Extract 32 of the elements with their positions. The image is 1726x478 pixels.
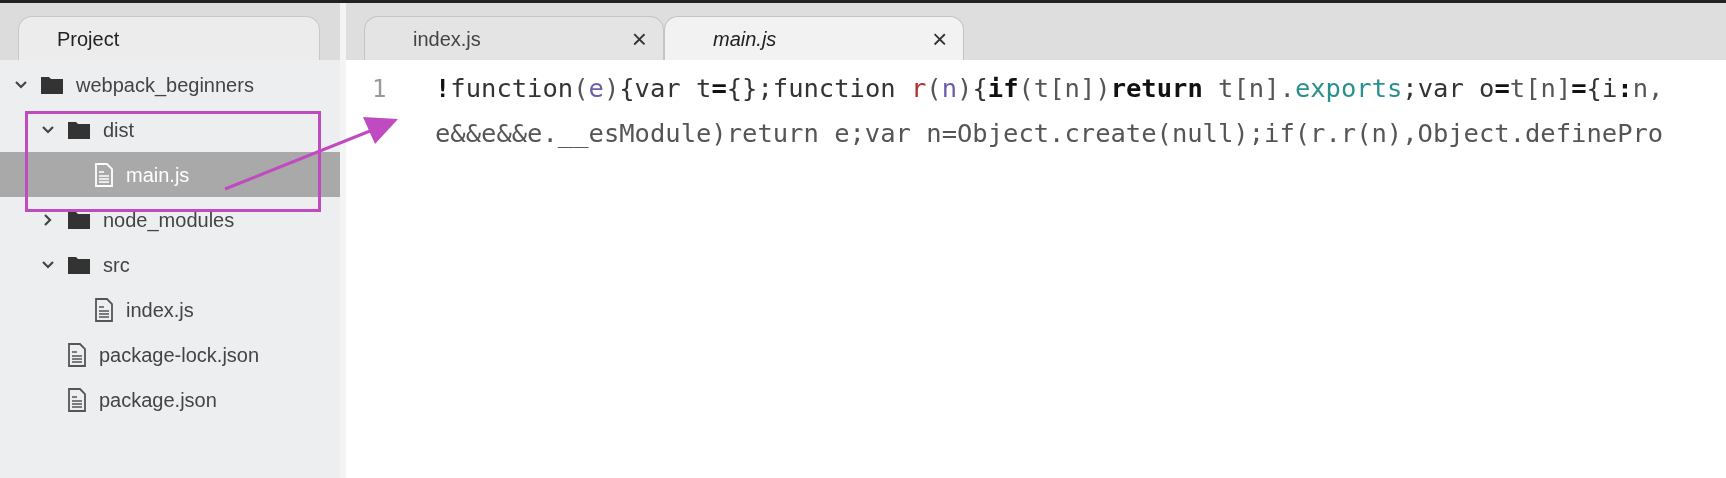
tab-label: main.js — [713, 26, 777, 52]
file-icon — [94, 297, 114, 322]
close-button[interactable]: × — [631, 25, 647, 52]
code-line: !function(e){var t={};function r(n){if(t[n])return t[n].exports;var o=t[n]={i:n, — [435, 72, 1664, 106]
file-icon — [94, 162, 114, 187]
close-button[interactable]: × — [931, 25, 947, 52]
tree-item[interactable]: node_modules — [0, 197, 340, 242]
tree-item[interactable]: dist — [0, 107, 340, 152]
tree-item-label: package.json — [99, 387, 217, 413]
tree-item[interactable]: webpack_beginners — [0, 62, 340, 107]
tree-item-label: src — [103, 252, 130, 278]
tab-label: index.js — [413, 26, 481, 52]
tree-item[interactable]: package.json — [0, 377, 340, 422]
tree-item[interactable]: src — [0, 242, 340, 287]
tree-item-label: index.js — [126, 297, 194, 323]
folder-icon — [67, 254, 91, 275]
panel-tab[interactable]: Project — [18, 16, 320, 60]
code-line: e&&e&&e.__esModule)return e;var n=Object.create(null);if(r.r(n),Object.definePro — [435, 117, 1664, 151]
tree-item-label: package-lock.json — [99, 342, 260, 368]
line-number: 1 — [372, 74, 387, 103]
tree-item-label: webpack_beginners — [76, 72, 254, 99]
tree-item[interactable]: index.js — [0, 287, 340, 332]
tree-item-label: dist — [103, 117, 135, 143]
editor-tab[interactable]: main.js × — [664, 16, 964, 60]
tree-item[interactable]: package-lock.json — [0, 332, 340, 377]
editor-tab[interactable]: index.js × — [364, 16, 664, 60]
file-icon — [67, 342, 87, 367]
file-icon — [67, 387, 87, 412]
folder-icon — [40, 74, 64, 95]
tree-item-label: node_modules — [103, 207, 235, 234]
tree-item-label: main.js — [126, 162, 190, 188]
folder-icon — [67, 119, 91, 140]
